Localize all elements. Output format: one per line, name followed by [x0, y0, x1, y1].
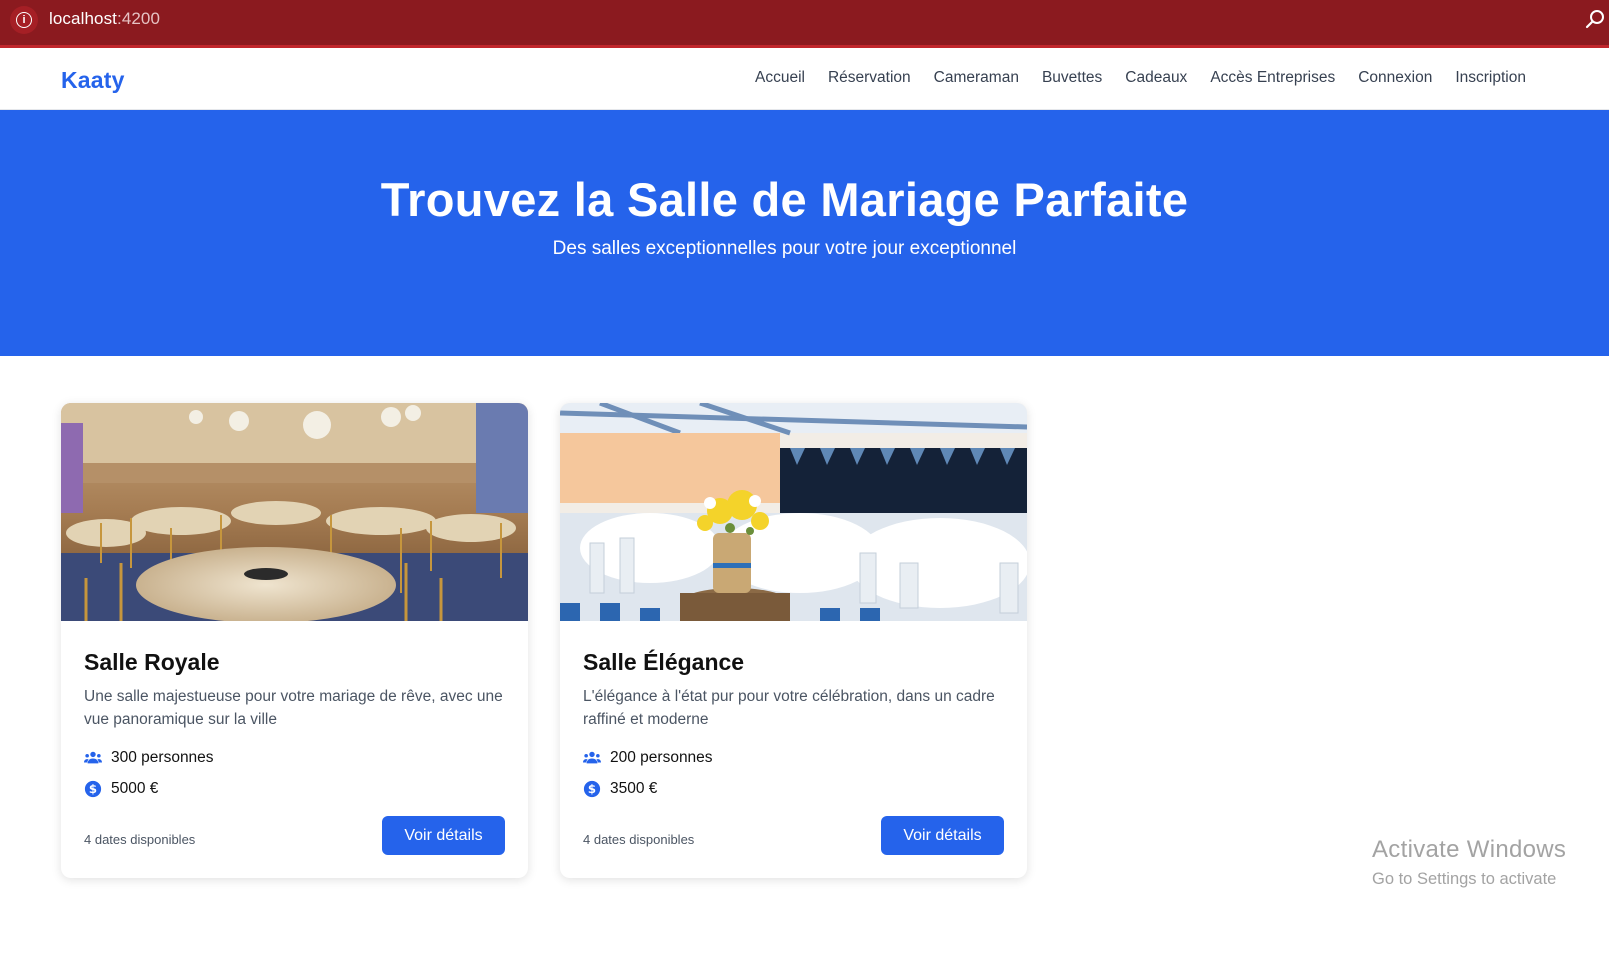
url-field[interactable]: localhost:4200	[49, 9, 160, 29]
capacity-value: 200 personnes	[610, 749, 713, 766]
price-row: $ 3500 €	[583, 780, 657, 798]
nav-link-connexion[interactable]: Connexion	[1358, 69, 1432, 87]
dollar-circle-icon: $	[583, 780, 601, 798]
hero-banner: Trouvez la Salle de Mariage Parfaite Des…	[0, 110, 1609, 356]
nav-link-cadeaux[interactable]: Cadeaux	[1125, 69, 1187, 87]
price-value: 3500 €	[610, 780, 658, 797]
availability-text: 4 dates disponibles	[84, 832, 196, 847]
venue-description: Une salle majestueuse pour votre mariage…	[84, 688, 503, 728]
activate-windows-watermark: Activate Windows Go to Settings to activ…	[1372, 836, 1566, 889]
capacity-row: 200 personnes	[583, 749, 713, 767]
capacity-row: 300 personnes	[84, 749, 214, 767]
dollar-circle-icon: $	[84, 780, 102, 798]
venue-name: Salle Royale	[84, 649, 220, 675]
venue-description: L'élégance à l'état pur pour votre céléb…	[583, 688, 995, 728]
price-value: 5000 €	[111, 780, 159, 797]
nav-links: Accueil Réservation Cameraman Buvettes C…	[732, 69, 1526, 87]
watermark-title: Activate Windows	[1372, 836, 1567, 863]
users-icon	[84, 751, 102, 764]
nav-link-reservation[interactable]: Réservation	[828, 69, 911, 87]
svg-text:$: $	[89, 782, 97, 796]
availability-text: 4 dates disponibles	[583, 832, 695, 847]
capacity-value: 300 personnes	[111, 749, 214, 766]
card-body: Salle Élégance L'élégance à l'état pur p…	[583, 621, 1004, 878]
watermark-subtitle: Go to Settings to activate	[1372, 870, 1557, 888]
nav-link-acces-entreprises[interactable]: Accès Entreprises	[1210, 69, 1335, 87]
nav-link-buvettes[interactable]: Buvettes	[1042, 69, 1102, 87]
browser-address-bar: i localhost:4200	[0, 0, 1609, 48]
svg-text:$: $	[588, 782, 596, 796]
venue-name: Salle Élégance	[583, 649, 745, 675]
price-row: $ 5000 €	[84, 780, 158, 798]
nav-link-inscription[interactable]: Inscription	[1455, 69, 1526, 87]
info-circle-icon[interactable]: i	[10, 6, 38, 34]
nav-link-cameraman[interactable]: Cameraman	[934, 69, 1019, 87]
magnifier-icon[interactable]	[1585, 8, 1607, 30]
view-details-button[interactable]: Voir détails	[881, 816, 1004, 855]
white-table-setting-photo	[560, 403, 1027, 621]
url-port: :4200	[117, 9, 161, 28]
view-details-button[interactable]: Voir détails	[382, 816, 505, 855]
url-host: localhost	[49, 9, 117, 28]
venue-card: Salle Royale Une salle majestueuse pour …	[61, 403, 528, 878]
main-navbar: Kaaty Accueil Réservation Cameraman Buve…	[0, 48, 1609, 110]
users-icon	[583, 751, 601, 764]
hero-subtitle: Des salles exceptionnelles pour votre jo…	[552, 238, 1017, 259]
venue-card: Salle Élégance L'élégance à l'état pur p…	[560, 403, 1027, 878]
hero-title: Trouvez la Salle de Mariage Parfaite	[380, 173, 1189, 226]
nav-link-accueil[interactable]: Accueil	[755, 69, 805, 87]
brand-logo[interactable]: Kaaty	[61, 67, 125, 94]
banquet-hall-photo	[61, 403, 528, 621]
card-body: Salle Royale Une salle majestueuse pour …	[84, 621, 505, 878]
